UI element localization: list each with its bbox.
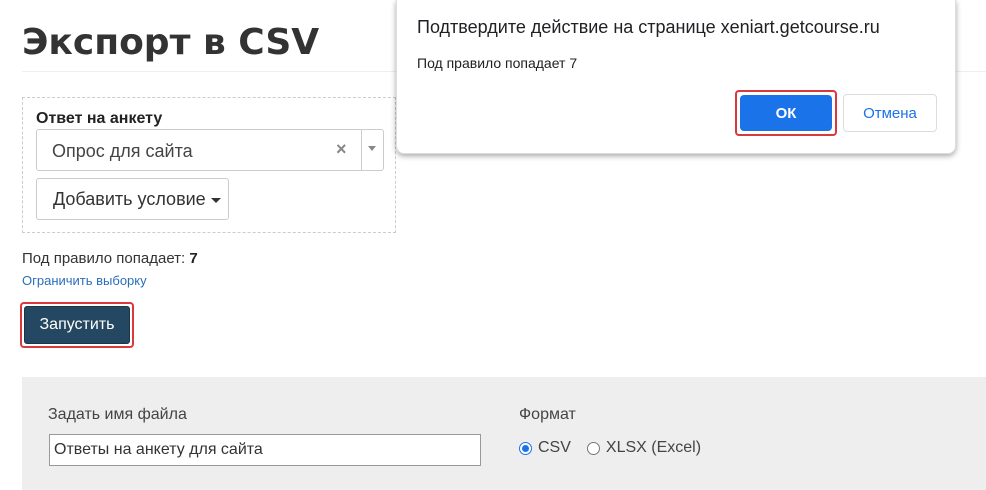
clear-icon[interactable]: × (336, 139, 347, 160)
file-settings-panel: Задать имя файла Ответы на анкету для са… (22, 377, 986, 490)
export-page: Экспорт в CSV Ответ на анкету Опрос для … (0, 0, 986, 490)
dialog-message: Под правило попадает 7 (417, 55, 578, 71)
rule-count-text: Под правило попадает: (22, 250, 186, 267)
format-label-xlsx[interactable]: XLSX (Excel) (606, 439, 701, 457)
select-divider (361, 130, 362, 170)
survey-select[interactable]: Опрос для сайта × (36, 129, 384, 171)
format-options: CSV XLSX (Excel) (519, 439, 717, 457)
condition-label: Ответ на анкету (36, 110, 163, 127)
cancel-button[interactable]: Отмена (843, 94, 937, 132)
format-radio-xlsx[interactable] (586, 441, 600, 455)
confirm-dialog: Подтвердите действие на странице xeniart… (396, 0, 956, 154)
filename-label: Задать имя файла (48, 406, 187, 423)
filename-input[interactable]: Ответы на анкету для сайта (49, 434, 481, 466)
survey-select-value: Опрос для сайта (52, 141, 193, 161)
limit-selection-link[interactable]: Ограничить выборку (22, 273, 147, 288)
caret-down-icon (210, 197, 221, 203)
add-condition-label: Добавить условие (53, 188, 206, 209)
format-label-csv[interactable]: CSV (538, 439, 571, 457)
add-condition-button[interactable]: Добавить условие (36, 178, 229, 220)
dialog-title: Подтвердите действие на странице xeniart… (417, 17, 880, 37)
rule-count-value: 7 (189, 250, 198, 267)
rule-count: Под правило попадает: 7 (22, 250, 198, 267)
condition-panel: Ответ на анкету Опрос для сайта × Добави… (22, 97, 396, 233)
page-title: Экспорт в CSV (22, 22, 320, 63)
run-button[interactable]: Запустить (24, 306, 130, 344)
chevron-down-icon[interactable] (368, 146, 376, 151)
format-radio-csv[interactable] (519, 441, 532, 455)
format-label: Формат (519, 406, 576, 423)
ok-button[interactable]: ОК (740, 95, 832, 131)
